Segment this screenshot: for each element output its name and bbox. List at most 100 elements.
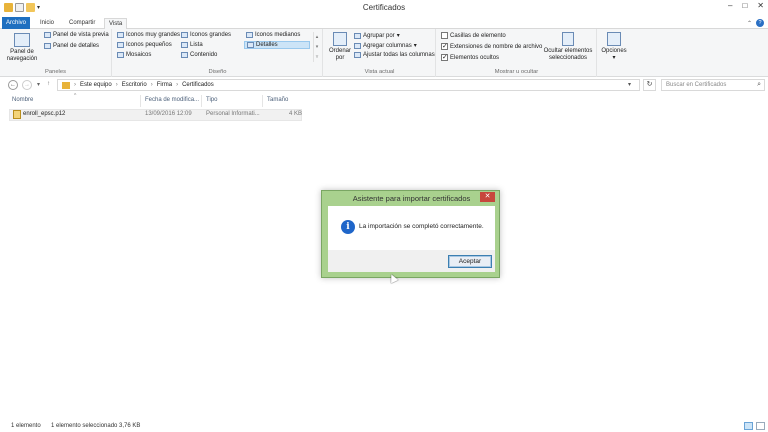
- ribbon-group-current-view: Ordenar por Agrupar por ▾ Agregar column…: [324, 29, 436, 77]
- column-divider[interactable]: [140, 95, 141, 107]
- breadcrumb-separator-icon: ›: [176, 82, 179, 88]
- column-divider[interactable]: [262, 95, 263, 107]
- add-columns-button[interactable]: Agregar columnas ▾: [354, 42, 417, 49]
- item-checkboxes-label: Casillas de elemento: [450, 32, 506, 39]
- sort-by-button[interactable]: Ordenar por: [327, 32, 353, 62]
- column-header-name[interactable]: Nombre: [12, 97, 33, 103]
- navigation-pane-button[interactable]: Panel de navegación: [4, 33, 40, 63]
- tab-vista[interactable]: Vista: [104, 18, 128, 29]
- details-pane-icon: [44, 43, 51, 49]
- tab-inicio[interactable]: Inicio: [36, 18, 58, 29]
- file-extensions-checkbox[interactable]: [441, 42, 448, 50]
- layout-content[interactable]: Contenido: [181, 52, 217, 58]
- file-name[interactable]: enroll_epsc.p12: [23, 111, 65, 117]
- hidden-items-toggle[interactable]: Elementos ocultos: [441, 53, 499, 61]
- ok-button[interactable]: Aceptar: [448, 255, 492, 268]
- options-icon: [607, 32, 621, 46]
- breadcrumb-item[interactable]: Firma: [157, 82, 172, 88]
- details-icon: [247, 42, 254, 48]
- layout-group-label: Diseño: [208, 69, 227, 75]
- layout-small-icons[interactable]: Iconos pequeños: [117, 42, 172, 48]
- tab-archivo[interactable]: Archivo: [2, 17, 31, 29]
- certificate-file-icon: [13, 110, 21, 119]
- chevron-down-icon: ▾: [396, 33, 400, 39]
- fit-columns-button[interactable]: Ajustar todas las columnas: [354, 52, 435, 58]
- breadcrumb-item[interactable]: Certificados: [182, 82, 214, 88]
- large-icons-view-icon[interactable]: [756, 422, 765, 430]
- forward-button[interactable]: →: [22, 80, 32, 90]
- import-complete-dialog: Asistente para importar certificados ✕ i…: [321, 190, 500, 278]
- ribbon-tabs: Archivo Inicio Compartir Vista ⌃ ?: [0, 17, 768, 29]
- group-by-button[interactable]: Agrupar por ▾: [354, 32, 400, 39]
- layout-list[interactable]: Lista: [181, 42, 203, 48]
- info-icon: i: [341, 220, 355, 234]
- recent-locations-chevron-icon[interactable]: ▾: [37, 81, 40, 88]
- navigation-pane-icon: [14, 33, 30, 47]
- file-size: 4 KB: [289, 111, 303, 117]
- file-modified: 13/09/2016 12:09: [145, 111, 192, 117]
- address-row: ← → ▾ ↑ › Este equipo › Escritorio › Fir…: [0, 78, 768, 92]
- breadcrumb-item[interactable]: Este equipo: [80, 82, 112, 88]
- search-input[interactable]: Buscar en Certificados ⌕: [661, 79, 765, 91]
- ribbon: Panel de navegación Panel de vista previ…: [0, 29, 768, 77]
- file-type: Personal Informati...: [206, 111, 260, 117]
- column-divider[interactable]: [201, 95, 202, 107]
- layout-extra-large-icons[interactable]: Iconos muy grandes: [117, 32, 180, 38]
- minimize-button[interactable]: –: [728, 1, 732, 10]
- layout-item-label: Iconos pequeños: [126, 42, 172, 48]
- layout-tiles[interactable]: Mosaicos: [117, 52, 151, 58]
- dialog-title: Asistente para importar certificados: [352, 194, 471, 203]
- layout-medium-icons[interactable]: Iconos medianos: [246, 32, 300, 38]
- details-view-icon[interactable]: [744, 422, 753, 430]
- chevron-down-icon: ▾: [612, 55, 616, 61]
- hide-selected-label: Ocultar elementos seleccionados: [543, 48, 593, 61]
- maximize-button[interactable]: □: [742, 1, 747, 10]
- fit-columns-label: Ajustar todas las columnas: [363, 52, 435, 58]
- content-icon: [181, 52, 188, 58]
- close-button[interactable]: ✕: [757, 1, 764, 10]
- item-checkboxes-checkbox[interactable]: [441, 32, 448, 39]
- help-icon[interactable]: ?: [756, 19, 764, 27]
- column-header-date[interactable]: Fecha de modifica...: [145, 97, 199, 103]
- preview-pane-button[interactable]: Panel de vista previa: [44, 32, 109, 38]
- sort-by-label: Ordenar por: [328, 48, 351, 61]
- fit-columns-icon: [354, 52, 361, 58]
- hidden-items-checkbox[interactable]: [441, 53, 448, 61]
- address-bar[interactable]: › Este equipo › Escritorio › Firma › Cer…: [57, 79, 640, 91]
- column-header-type[interactable]: Tipo: [206, 97, 217, 103]
- dialog-close-button[interactable]: ✕: [480, 192, 495, 202]
- refresh-button[interactable]: ↻: [643, 79, 656, 91]
- layout-gallery-scroll[interactable]: ▴ ▾ ▿: [313, 32, 320, 62]
- extra-large-icons-icon: [117, 32, 124, 38]
- ribbon-group-layout: Iconos muy grandes Iconos grandes Iconos…: [113, 29, 323, 77]
- hide-selected-button[interactable]: Ocultar elementos seleccionados: [541, 32, 595, 62]
- layout-item-label: Iconos medianos: [255, 32, 301, 38]
- status-selection: 1 elemento seleccionado 3,76 KB: [51, 423, 141, 429]
- preview-pane-label: Panel de vista previa: [53, 32, 109, 38]
- window-controls: – □ ✕: [728, 1, 764, 10]
- dialog-body: i La importación se completó correctamen…: [328, 206, 495, 250]
- status-item-count: 1 elemento: [11, 423, 41, 429]
- show-hide-group-label: Mostrar u ocultar: [494, 69, 539, 75]
- item-checkboxes-toggle[interactable]: Casillas de elemento: [441, 32, 506, 39]
- file-extensions-toggle[interactable]: Extensiones de nombre de archivo: [441, 42, 542, 50]
- address-history-chevron-icon[interactable]: ▾: [628, 81, 631, 88]
- layout-item-label: Iconos grandes: [190, 32, 232, 38]
- up-arrow-icon[interactable]: ↑: [47, 81, 50, 87]
- add-columns-label: Agregar columnas: [363, 42, 412, 49]
- layout-details[interactable]: Detalles: [244, 41, 310, 49]
- collapse-ribbon-chevron-icon[interactable]: ⌃: [747, 20, 752, 27]
- chevron-down-icon: ▾: [413, 43, 417, 49]
- dialog-footer: Aceptar: [328, 250, 495, 272]
- layout-item-label: Contenido: [190, 52, 218, 58]
- breadcrumb-item[interactable]: Escritorio: [122, 82, 147, 88]
- sort-by-icon: [333, 32, 347, 46]
- tab-compartir[interactable]: Compartir: [65, 18, 99, 29]
- back-button[interactable]: ←: [8, 80, 18, 90]
- search-placeholder: Buscar en Certificados: [666, 82, 727, 88]
- large-icons-icon: [181, 32, 188, 38]
- layout-large-icons[interactable]: Iconos grandes: [181, 32, 231, 38]
- options-button[interactable]: Opciones ▾: [599, 32, 629, 62]
- details-pane-button[interactable]: Panel de detalles: [44, 43, 99, 49]
- column-header-size[interactable]: Tamaño: [267, 97, 288, 103]
